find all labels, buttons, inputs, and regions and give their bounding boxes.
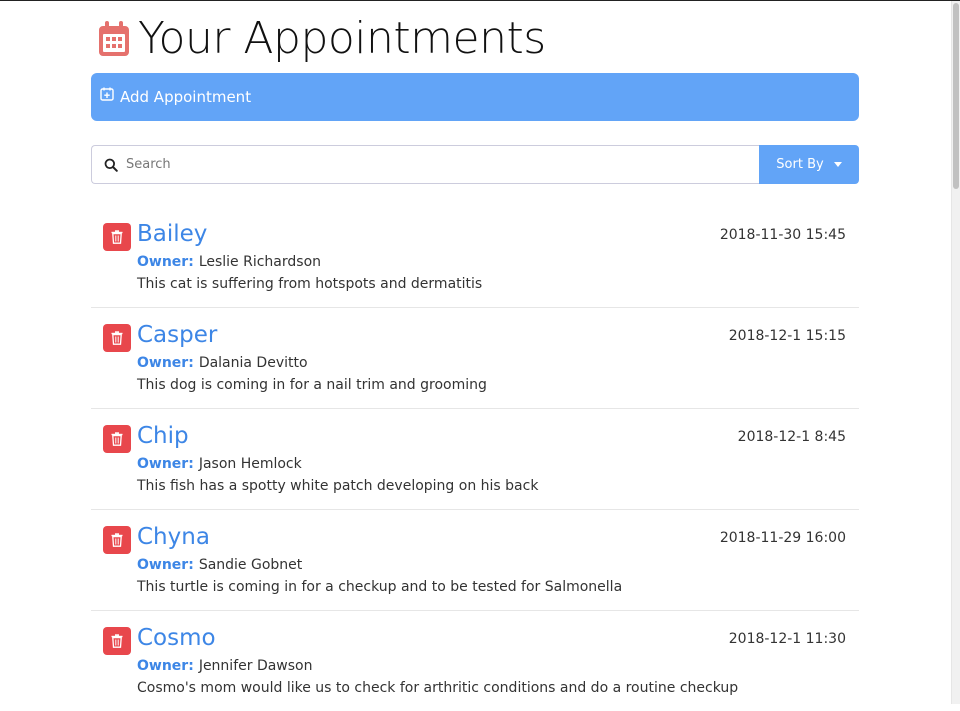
trash-icon bbox=[111, 634, 123, 648]
pet-name[interactable]: Chip bbox=[137, 423, 189, 449]
page-title: Your Appointments bbox=[138, 12, 546, 64]
trash-icon bbox=[111, 331, 123, 345]
app-container: Your Appointments Add Appointment Sort B… bbox=[91, 1, 859, 711]
pet-name[interactable]: Chyna bbox=[137, 524, 210, 550]
pet-name[interactable]: Cosmo bbox=[137, 625, 216, 651]
add-appointment-button[interactable]: Add Appointment bbox=[91, 73, 859, 121]
delete-button[interactable] bbox=[103, 223, 131, 251]
pet-name[interactable]: Casper bbox=[137, 322, 217, 348]
appointment-item: Chip 2018-12-1 8:45 Owner: Jason Hemlock … bbox=[91, 409, 859, 510]
header: Your Appointments bbox=[91, 1, 859, 73]
appointment-notes: Cosmo's mom would like us to check for a… bbox=[137, 680, 739, 696]
appointment-notes: This turtle is coming in for a checkup a… bbox=[137, 579, 623, 595]
page-scrollbar[interactable] bbox=[951, 1, 960, 704]
owner-name: Dalania Devitto bbox=[198, 355, 308, 371]
owner-name: Jason Hemlock bbox=[198, 456, 302, 472]
caret-down-icon bbox=[833, 162, 842, 167]
owner-label: Owner: bbox=[137, 254, 194, 270]
appointment-item: Casper 2018-12-1 15:15 Owner: Dalania Dev… bbox=[91, 308, 859, 409]
owner-name: Sandie Gobnet bbox=[198, 557, 303, 573]
appointment-notes: This cat is suffering from hotspots and … bbox=[137, 276, 483, 292]
appointment-date: 2018-11-29 16:00 bbox=[719, 530, 846, 546]
delete-button[interactable] bbox=[103, 627, 131, 655]
owner-name: Leslie Richardson bbox=[198, 254, 322, 270]
appointment-date: 2018-12-1 11:30 bbox=[728, 631, 846, 647]
delete-button[interactable] bbox=[103, 324, 131, 352]
sort-by-button[interactable]: Sort By bbox=[759, 145, 859, 184]
trash-icon bbox=[111, 432, 123, 446]
appointment-date: 2018-11-30 15:45 bbox=[719, 227, 846, 243]
calendar-plus-icon bbox=[100, 87, 114, 101]
appointment-date: 2018-12-1 15:15 bbox=[728, 328, 846, 344]
search-icon bbox=[104, 158, 118, 172]
calendar-icon bbox=[99, 21, 129, 56]
search-input[interactable] bbox=[124, 156, 728, 173]
owner-line: Owner: Leslie Richardson bbox=[137, 254, 321, 270]
appointment-date: 2018-12-1 8:45 bbox=[737, 429, 846, 445]
owner-line: Owner: Dalania Devitto bbox=[137, 355, 308, 371]
delete-button[interactable] bbox=[103, 526, 131, 554]
owner-name: Jennifer Dawson bbox=[198, 658, 313, 674]
sort-by-label: Sort By bbox=[776, 157, 824, 172]
owner-line: Owner: Jennifer Dawson bbox=[137, 658, 312, 674]
appointment-item: Cosmo 2018-12-1 11:30 Owner: Jennifer Daw… bbox=[91, 611, 859, 711]
appointment-item: Chyna 2018-11-29 16:00 Owner: Sandie Gobn… bbox=[91, 510, 859, 611]
owner-label: Owner: bbox=[137, 355, 194, 371]
owner-label: Owner: bbox=[137, 557, 194, 573]
trash-icon bbox=[111, 533, 123, 547]
owner-line: Owner: Jason Hemlock bbox=[137, 456, 302, 472]
appointment-notes: This dog is coming in for a nail trim an… bbox=[137, 377, 487, 393]
add-appointment-label: Add Appointment bbox=[120, 88, 252, 106]
search-box bbox=[91, 145, 759, 184]
scrollbar-thumb[interactable] bbox=[953, 3, 959, 189]
owner-label: Owner: bbox=[137, 658, 194, 674]
pet-name[interactable]: Bailey bbox=[137, 221, 207, 247]
search-bar: Sort By bbox=[91, 145, 859, 184]
trash-icon bbox=[111, 230, 123, 244]
appointment-list: Bailey 2018-11-30 15:45 Owner: Leslie Ric… bbox=[91, 207, 859, 711]
appointment-notes: This fish has a spotty white patch devel… bbox=[137, 478, 539, 494]
owner-label: Owner: bbox=[137, 456, 194, 472]
appointment-item: Bailey 2018-11-30 15:45 Owner: Leslie Ric… bbox=[91, 207, 859, 308]
delete-button[interactable] bbox=[103, 425, 131, 453]
owner-line: Owner: Sandie Gobnet bbox=[137, 557, 302, 573]
